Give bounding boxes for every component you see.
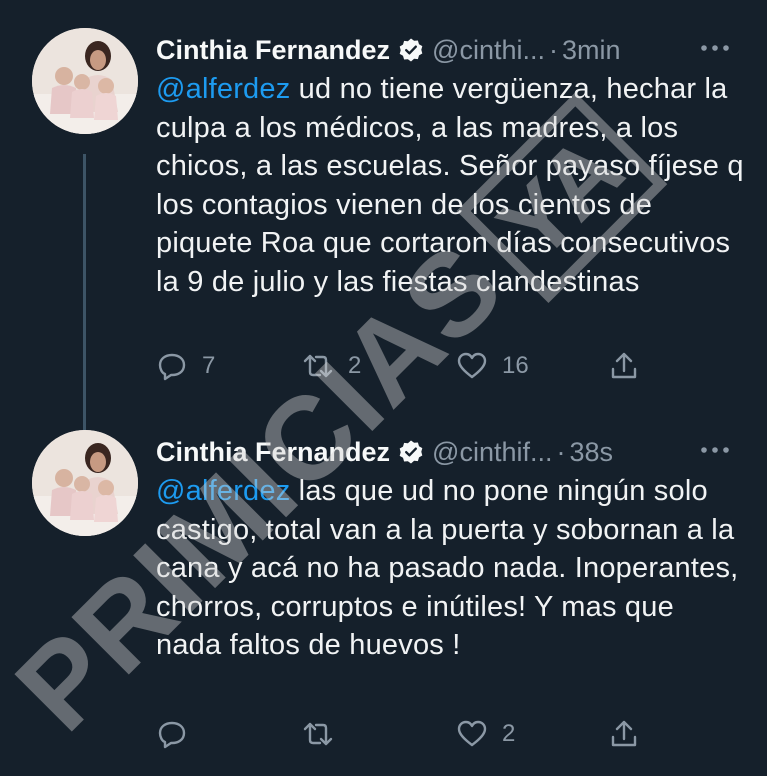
like-button[interactable]: 16 (456, 350, 529, 382)
like-count: 2 (502, 720, 516, 747)
retweet-button[interactable] (302, 718, 348, 750)
like-count: 16 (502, 352, 529, 379)
more-icon[interactable] (699, 40, 731, 56)
tweet-body-text: ud no tiene vergüenza, hechar la culpa a… (156, 73, 744, 298)
tweet-actions: 7 2 16 (156, 350, 756, 390)
tweet-header: Cinthia Fernandez @cinthif... · 38s (156, 432, 613, 472)
reply-button[interactable]: 7 (156, 350, 215, 382)
retweet-count: 2 (348, 352, 362, 379)
header-separator: · (556, 436, 566, 467)
reply-icon (158, 721, 186, 749)
retweet-icon (303, 354, 333, 378)
author-handle[interactable]: @cinthif... (432, 437, 552, 468)
avatar-photo (32, 430, 138, 536)
verified-badge-icon (398, 37, 424, 63)
author-handle[interactable]: @cinthi... (432, 35, 545, 66)
like-button[interactable]: 2 (456, 718, 515, 750)
share-button[interactable] (608, 718, 640, 750)
tweet-timestamp[interactable]: 3min (562, 35, 621, 66)
author-name[interactable]: Cinthia Fernandez (156, 437, 390, 468)
share-button[interactable] (608, 350, 640, 382)
tweet-header: Cinthia Fernandez @cinthi... · 3min (156, 30, 621, 70)
avatar-photo (32, 28, 138, 134)
retweet-button[interactable]: 2 (302, 350, 361, 382)
mention-link[interactable]: @alferdez (156, 73, 290, 105)
thread-connector (83, 154, 86, 444)
tweet-thread: Cinthia Fernandez @cinthi... · 3min @alf… (0, 0, 767, 776)
share-icon (611, 352, 637, 379)
mention-link[interactable]: @alferdez (156, 475, 290, 507)
tweet-text: @alferdez ud no tiene vergüenza, hechar … (156, 70, 746, 301)
verified-badge-icon (398, 439, 424, 465)
author-name[interactable]: Cinthia Fernandez (156, 35, 390, 66)
reply-icon (158, 353, 186, 381)
more-icon[interactable] (699, 442, 731, 458)
reply-button[interactable] (156, 718, 202, 750)
heart-icon (457, 352, 487, 379)
tweet-text: @alferdez las que ud no pone ningún solo… (156, 472, 746, 665)
retweet-icon (303, 722, 333, 746)
avatar[interactable] (32, 28, 138, 134)
heart-icon (457, 720, 487, 747)
tweet-actions: 2 (156, 718, 756, 758)
share-icon (611, 720, 637, 747)
avatar[interactable] (32, 430, 138, 536)
tweet-timestamp[interactable]: 38s (569, 437, 613, 468)
reply-count: 7 (202, 352, 216, 379)
header-separator: · (548, 34, 558, 65)
